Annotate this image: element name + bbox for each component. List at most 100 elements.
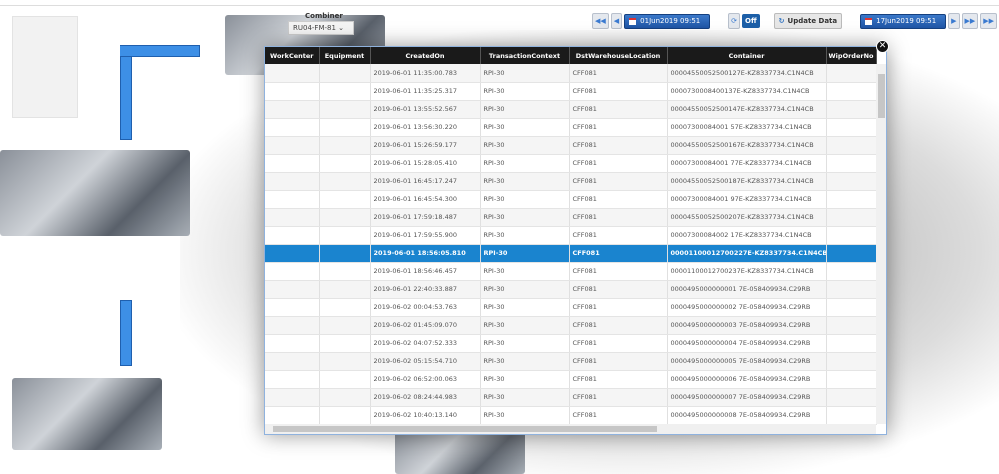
table-cell: 00004550052500167E-KZ8337734.C1N4CB: [667, 136, 827, 155]
table-cell: [319, 316, 371, 335]
table-cell: 2019-06-02 00:04:53.763: [370, 298, 481, 317]
combiner-select[interactable]: RU04-FM-81 ⌄: [288, 21, 354, 35]
update-data-button[interactable]: ↻ Update Data: [773, 13, 843, 29]
table-row[interactable]: 2019-06-02 01:45:09.070 RPI-30 CFF081 00004…: [265, 316, 877, 335]
table-cell: CFF081: [569, 298, 668, 317]
column-header[interactable]: WipOrderNo: [826, 47, 877, 64]
table-row[interactable]: 2019-06-01 17:59:18.487 RPI-30 CFF081 00004…: [265, 208, 877, 227]
column-header[interactable]: CreatedOn: [370, 47, 481, 64]
prev-icon[interactable]: ◀: [610, 13, 623, 29]
table-cell: CFF081: [569, 172, 668, 191]
table-cell: 2019-06-02 10:40:13.140: [370, 406, 481, 425]
table-cell: RPI-30: [480, 406, 570, 425]
table-cell: 00007300084002 17E-KZ8337734.C1N4CB: [667, 226, 827, 245]
table-cell: [826, 352, 877, 371]
table-cell: [319, 406, 371, 425]
table-cell: CFF081: [569, 352, 668, 371]
table-cell: [826, 370, 877, 389]
fast-forward-icon[interactable]: ▶▶: [961, 13, 979, 29]
table-cell: 00007300084001 97E-KZ8337734.C1N4CB: [667, 190, 827, 209]
table-cell: [826, 82, 877, 101]
refresh-icon[interactable]: ⟳: [728, 13, 741, 29]
table-cell: 2019-06-01 18:56:05.810: [370, 244, 481, 263]
table-cell: CFF081: [569, 226, 668, 245]
reload-icon: ↻: [778, 17, 785, 25]
table-cell: RPI-30: [480, 262, 570, 281]
start-date-field[interactable]: 01Jun2019 09:51: [624, 13, 711, 29]
table-cell: RPI-30: [480, 352, 570, 371]
table-row[interactable]: 2019-06-01 11:35:25.317 RPI-30 CFF081 00007…: [265, 82, 877, 101]
last-page-icon[interactable]: ▶▶: [980, 13, 998, 29]
close-icon[interactable]: ✕: [876, 40, 889, 53]
table-cell: [265, 262, 320, 281]
table-row[interactable]: 2019-06-02 10:40:13.140 RPI-30 CFF081 00004…: [265, 406, 877, 425]
table-row[interactable]: 2019-06-02 05:15:54.710 RPI-30 CFF081 00004…: [265, 352, 877, 371]
table-cell: [319, 190, 371, 209]
transactions-modal: WorkCenter Equipment CreatedOn TransactionC…: [264, 46, 887, 435]
table-row[interactable]: 2019-06-01 22:40:33.887 RPI-30 CFF081 00004…: [265, 280, 877, 299]
table-cell: CFF081: [569, 406, 668, 425]
table-row[interactable]: 2019-06-02 04:07:52.333 RPI-30 CFF081 00004…: [265, 334, 877, 353]
table-row[interactable]: 2019-06-02 06:52:00.063 RPI-30 CFF081 00004…: [265, 370, 877, 389]
table-cell: [265, 280, 320, 299]
table-row[interactable]: 2019-06-01 17:59:55.900 RPI-30 CFF081 00007…: [265, 226, 877, 245]
end-date-field[interactable]: 17Jun2019 09:51: [860, 13, 947, 29]
table-cell: CFF081: [569, 316, 668, 335]
table-row[interactable]: 2019-06-01 16:45:54.300 RPI-30 CFF081 00007…: [265, 190, 877, 209]
table-row[interactable]: 2019-06-01 13:56:30.220 RPI-30 CFF081 00007…: [265, 118, 877, 137]
column-header[interactable]: Container: [667, 47, 827, 64]
table-row[interactable]: 2019-06-02 08:24:44.983 RPI-30 CFF081 00004…: [265, 388, 877, 407]
image-placeholder: [12, 16, 78, 118]
column-header[interactable]: WorkCenter: [265, 47, 320, 64]
next-icon[interactable]: ▶: [948, 13, 960, 29]
table-cell: 00001100012700227E-KZ8337734.C1N4CB: [667, 244, 827, 263]
table-cell: [319, 226, 371, 245]
scroll-thumb[interactable]: [878, 74, 885, 118]
table-cell: 2019-06-01 17:59:18.487: [370, 208, 481, 227]
table-row[interactable]: 2019-06-01 11:35:00.783 RPI-30 CFF081 00004…: [265, 64, 877, 83]
table-row[interactable]: 2019-06-01 13:55:52.567 RPI-30 CFF081 00004…: [265, 100, 877, 119]
table-row[interactable]: 2019-06-01 15:26:59.177 RPI-30 CFF081 00004…: [265, 136, 877, 155]
table-cell: [319, 64, 371, 83]
horizontal-scrollbar[interactable]: [265, 424, 876, 434]
table-cell: 2019-06-02 01:45:09.070: [370, 316, 481, 335]
table-cell: 00007300084001 57E-KZ8337734.C1N4CB: [667, 118, 827, 137]
table-cell: CFF081: [569, 280, 668, 299]
table-cell: [319, 334, 371, 353]
table-cell: RPI-30: [480, 136, 570, 155]
table-cell: RPI-30: [480, 100, 570, 119]
table-row[interactable]: 2019-06-02 00:04:53.763 RPI-30 CFF081 00004…: [265, 298, 877, 317]
table-row[interactable]: 2019-06-01 18:56:46.457 RPI-30 CFF081 00001…: [265, 262, 877, 281]
table-cell: [826, 316, 877, 335]
table-cell: RPI-30: [480, 298, 570, 317]
scroll-thumb[interactable]: [273, 426, 657, 432]
table-cell: 00004550052500207E-KZ8337734.C1N4CB: [667, 208, 827, 227]
auto-refresh-toggle[interactable]: Off: [742, 14, 760, 28]
table-cell: RPI-30: [480, 82, 570, 101]
vertical-scrollbar[interactable]: [876, 64, 886, 424]
table-cell: [319, 388, 371, 407]
table-row[interactable]: 2019-06-01 18:56:05.810 RPI-30 CFF081 00001…: [265, 244, 877, 263]
table-cell: RPI-30: [480, 334, 570, 353]
column-header[interactable]: Equipment: [319, 47, 371, 64]
table-cell: 2019-06-01 11:35:25.317: [370, 82, 481, 101]
table-cell: 2019-06-01 18:56:46.457: [370, 262, 481, 281]
table-cell: [265, 190, 320, 209]
table-cell: CFF081: [569, 190, 668, 209]
table-cell: [265, 316, 320, 335]
table-row[interactable]: 2019-06-01 15:28:05.410 RPI-30 CFF081 00007…: [265, 154, 877, 173]
calendar-icon: [865, 17, 873, 25]
update-label: Update Data: [787, 17, 838, 25]
table-cell: RPI-30: [480, 226, 570, 245]
table-cell: 0000495000000002 7E-058409934.C29RB: [667, 298, 827, 317]
table-row[interactable]: 2019-06-01 16:45:17.247 RPI-30 CFF081 00004…: [265, 172, 877, 191]
table-cell: [826, 334, 877, 353]
first-page-icon[interactable]: ◀◀: [592, 13, 609, 29]
column-header[interactable]: TransactionContext: [480, 47, 570, 64]
column-header[interactable]: DstWarehouseLocation: [569, 47, 668, 64]
table-cell: [319, 370, 371, 389]
table-cell: [319, 208, 371, 227]
table-cell: [265, 370, 320, 389]
arrow-up-icon: [120, 300, 132, 366]
table-cell: 2019-06-01 11:35:00.783: [370, 64, 481, 83]
